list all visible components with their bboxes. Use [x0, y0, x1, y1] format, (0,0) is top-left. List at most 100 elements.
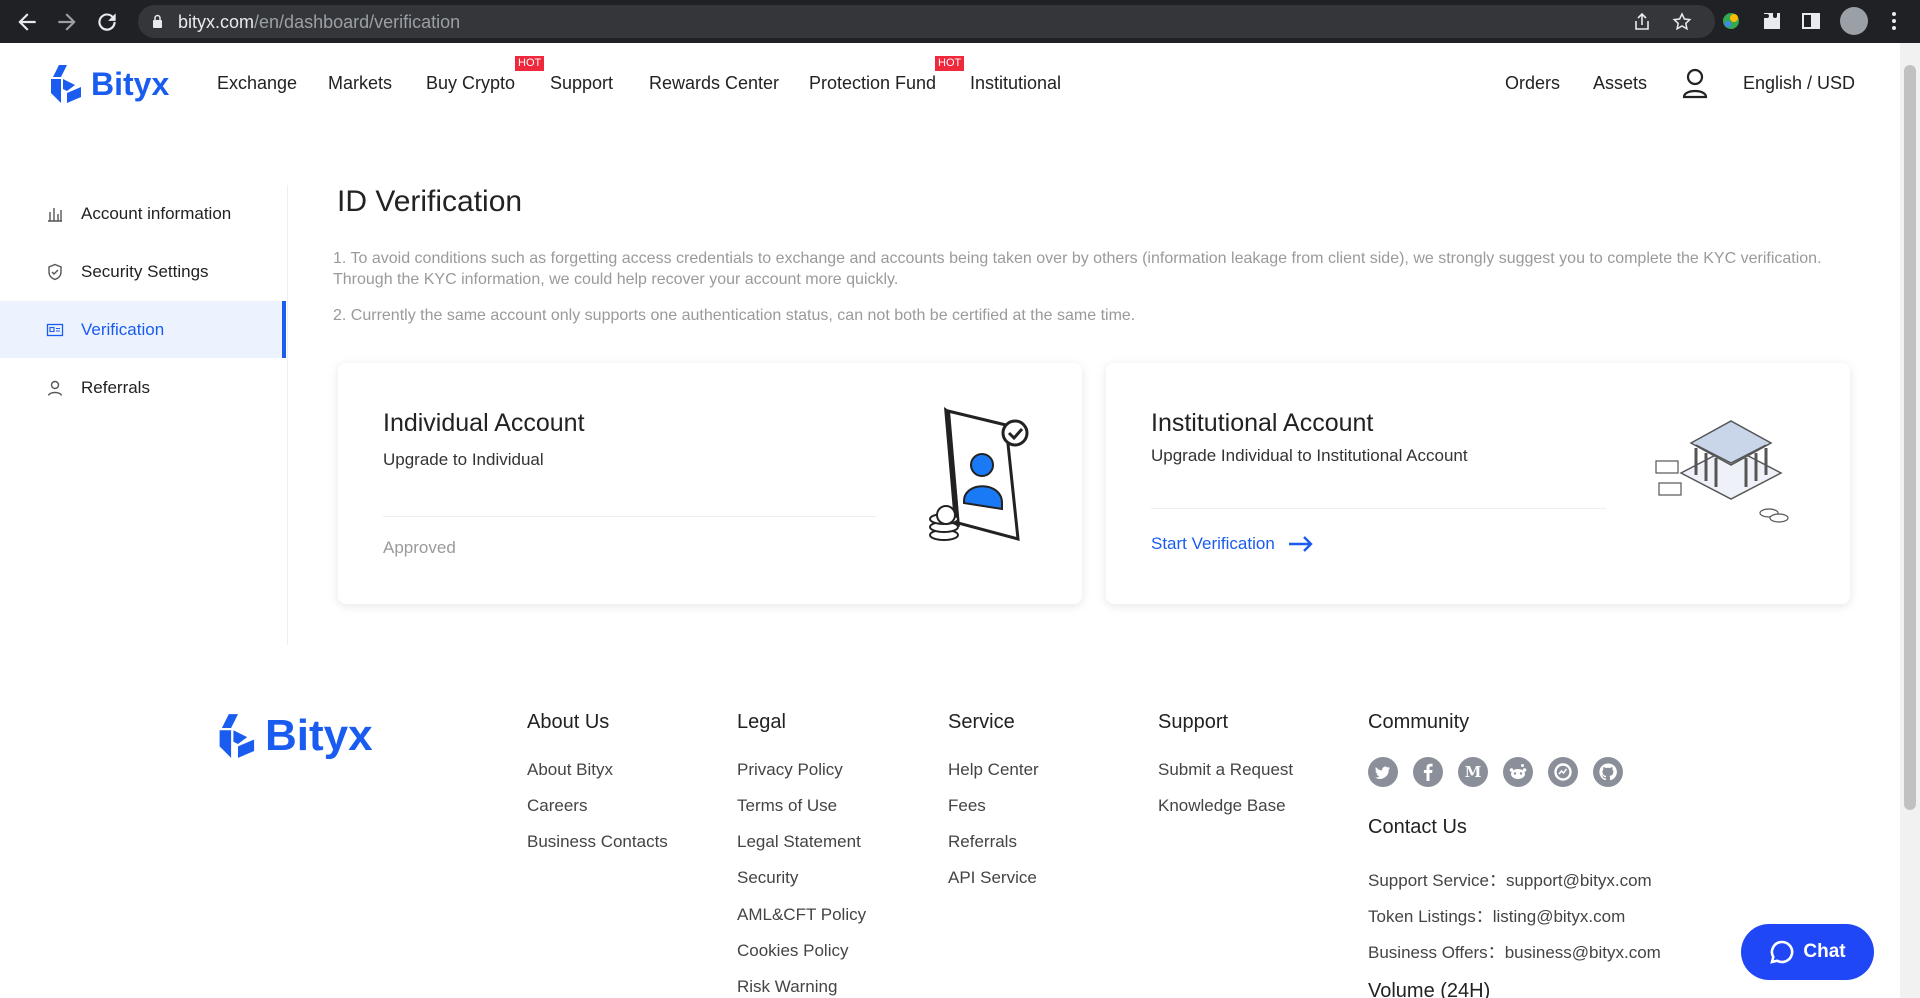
svg-text:M: M [1465, 763, 1482, 781]
footer-link[interactable]: Knowledge Base [1158, 796, 1286, 816]
chat-bubble-icon [1770, 940, 1794, 964]
sidebar-item-label: Security Settings [81, 261, 209, 281]
nav-protection-fund[interactable]: Protection Fund [809, 73, 936, 94]
sidebar-item-verification[interactable]: Verification [0, 301, 286, 358]
twitter-icon[interactable] [1368, 757, 1398, 787]
footer-link[interactable]: Cookies Policy [737, 941, 849, 961]
footer-link[interactable]: Referrals [948, 832, 1017, 852]
card-subtitle: Upgrade to Individual [383, 450, 544, 469]
account-sidebar: Account information Security Settings Ve… [0, 185, 288, 645]
nav-markets[interactable]: Markets [328, 73, 392, 94]
page-scrollbar[interactable] [1900, 43, 1920, 998]
hot-badge: HOT [515, 56, 545, 71]
contact-token-listings: Token Listings：listing@bityx.com [1368, 902, 1625, 927]
card-title: Institutional Account [1151, 409, 1374, 437]
sidebar-item-security-settings[interactable]: Security Settings [0, 243, 286, 300]
contact-email[interactable]: support@bityx.com [1506, 871, 1652, 890]
coinmarketcap-icon[interactable] [1548, 757, 1578, 787]
start-verification-link[interactable]: Start Verification [1151, 534, 1315, 554]
contact-email[interactable]: listing@bityx.com [1493, 907, 1626, 926]
bityx-logo-icon [51, 65, 81, 103]
footer-link[interactable]: Careers [527, 796, 587, 816]
medium-icon[interactable]: M [1458, 757, 1488, 787]
site-header: Bityx Exchange Markets Buy Crypto HOT Su… [0, 43, 1900, 125]
forward-icon[interactable] [54, 9, 80, 35]
chat-label: Chat [1803, 941, 1846, 962]
sidebar-item-referrals[interactable]: Referrals [0, 359, 286, 416]
start-verification-label: Start Verification [1151, 534, 1275, 553]
footer-link[interactable]: Security [737, 868, 798, 888]
nav-assets[interactable]: Assets [1593, 73, 1647, 94]
profile-avatar[interactable] [1840, 7, 1868, 35]
sidebar-item-label: Referrals [81, 377, 150, 397]
contact-label: Support Service： [1368, 871, 1506, 890]
contact-label: Business Offers： [1368, 943, 1505, 962]
footer-link[interactable]: About Bityx [527, 760, 613, 780]
reddit-icon[interactable] [1503, 757, 1533, 787]
logo-wordmark: Bityx [265, 711, 373, 760]
footer-heading-legal: Legal [737, 711, 786, 733]
sidebar-item-label: Verification [81, 319, 165, 339]
footer-link[interactable]: Terms of Use [737, 796, 837, 816]
footer-link[interactable]: Legal Statement [737, 832, 861, 852]
individual-id-illustration [929, 407, 1029, 542]
footer-logo[interactable]: Bityx [215, 707, 373, 765]
contact-business-offers: Business Offers：business@bityx.com [1368, 938, 1661, 963]
kyc-notice-1: 1. To avoid conditions such as forgettin… [333, 250, 1822, 288]
bank-building-illustration [1655, 420, 1789, 523]
footer-link[interactable]: Business Contacts [527, 832, 668, 852]
chat-button[interactable]: Chat [1741, 924, 1874, 980]
share-icon[interactable] [1632, 12, 1652, 32]
bookmark-star-icon[interactable] [1672, 12, 1692, 32]
footer-link[interactable]: AML&CFT Policy [737, 905, 866, 925]
contact-label: Token Listings： [1368, 907, 1493, 926]
user-account-icon[interactable] [1681, 67, 1709, 99]
address-bar[interactable]: bityx.com/en/dashboard/verification [138, 5, 1715, 38]
sidebar-item-label: Account information [81, 203, 232, 223]
footer-heading-about: About Us [527, 711, 610, 733]
github-icon[interactable] [1593, 757, 1623, 787]
contact-support-service: Support Service：support@bityx.com [1368, 866, 1652, 891]
nav-institutional[interactable]: Institutional [970, 73, 1061, 94]
facebook-icon[interactable] [1413, 757, 1443, 787]
nav-buy-crypto[interactable]: Buy Crypto [426, 73, 515, 94]
card-title: Individual Account [383, 409, 585, 437]
card-divider [1151, 508, 1606, 509]
verification-status: Approved [383, 538, 456, 557]
contact-email[interactable]: business@bityx.com [1505, 943, 1661, 962]
hot-badge: HOT [935, 56, 965, 71]
sidebar-item-account-information[interactable]: Account information [0, 185, 286, 242]
bar-chart-icon [48, 207, 62, 222]
shield-icon [48, 263, 62, 280]
nav-rewards-center[interactable]: Rewards Center [649, 73, 779, 94]
footer-link[interactable]: Risk Warning [737, 977, 837, 997]
reload-icon[interactable] [94, 9, 120, 35]
institutional-account-card: Institutional Account Upgrade Individual… [1106, 363, 1850, 604]
footer-link[interactable]: Fees [948, 796, 986, 816]
id-card-icon [46, 323, 64, 336]
card-subtitle: Upgrade Individual to Institutional Acco… [1151, 446, 1468, 465]
footer-heading-community: Community [1368, 711, 1470, 733]
kebab-menu-icon[interactable] [1883, 10, 1905, 32]
site-logo[interactable]: Bityx [47, 63, 169, 105]
kyc-notice-2: 2. Currently the same account only suppo… [333, 307, 1136, 324]
user-icon [47, 380, 63, 396]
back-icon[interactable] [14, 9, 40, 35]
footer-heading-volume: Volume (24H) [1368, 980, 1491, 998]
nav-exchange[interactable]: Exchange [217, 73, 297, 94]
arrow-right-icon [1288, 536, 1313, 552]
footer-link[interactable]: API Service [948, 868, 1037, 888]
side-panel-icon[interactable] [1800, 10, 1822, 32]
browser-toolbar: bityx.com/en/dashboard/verification [0, 0, 1920, 43]
page-title: ID Verification [337, 185, 523, 218]
footer-link[interactable]: Help Center [948, 760, 1039, 780]
nav-orders[interactable]: Orders [1505, 73, 1560, 94]
footer-link[interactable]: Privacy Policy [737, 760, 843, 780]
scrollbar-thumb[interactable] [1904, 65, 1916, 810]
puzzle-extensions-icon[interactable] [1761, 10, 1783, 32]
nav-support[interactable]: Support [550, 73, 613, 94]
url-text: bityx.com/en/dashboard/verification [178, 12, 461, 32]
footer-link[interactable]: Submit a Request [1158, 760, 1293, 780]
language-currency-selector[interactable]: English / USD [1743, 73, 1855, 94]
extension-color-icon[interactable] [1720, 10, 1742, 32]
